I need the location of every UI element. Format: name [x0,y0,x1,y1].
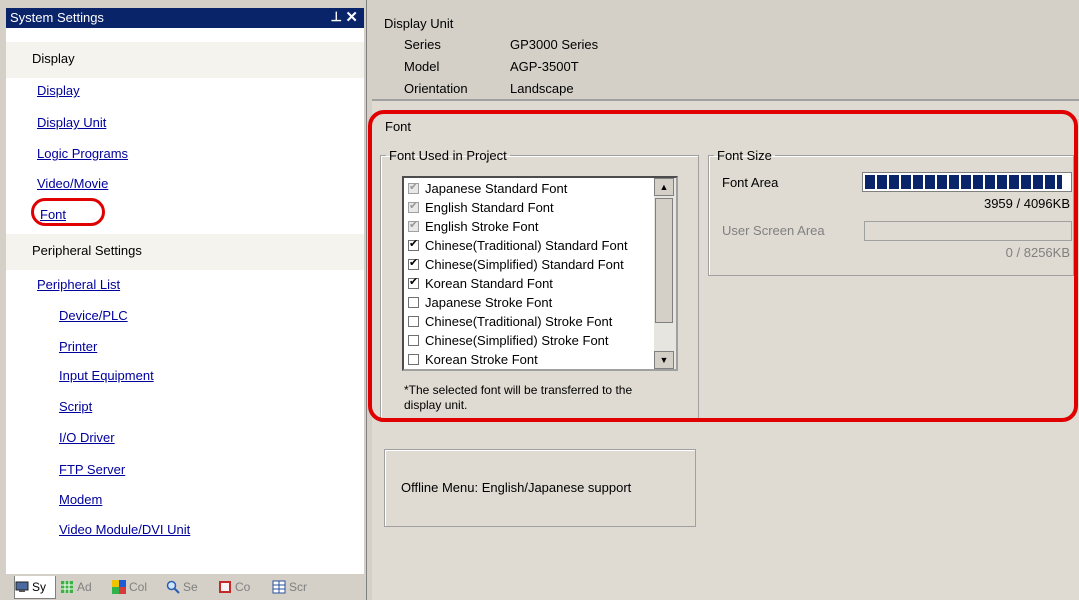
tab-label: Co [235,580,251,594]
link-video-module[interactable]: Video Module/DVI Unit [59,522,190,537]
pin-icon[interactable]: ⊥ [331,9,342,25]
link-device-plc[interactable]: Device/PLC [59,308,128,323]
series-label: Series [404,37,441,52]
settings-list: Display Display Display Unit Logic Progr… [6,28,364,574]
link-display[interactable]: Display [37,83,80,98]
link-logic-programs[interactable]: Logic Programs [37,146,128,161]
tab-comment[interactable]: Co [218,576,268,598]
tab-address[interactable]: Ad [60,576,108,598]
model-label: Model [404,59,440,74]
link-ftp-server[interactable]: FTP Server [59,462,125,477]
tab-screen[interactable]: Scr [272,576,324,598]
book-icon [219,581,231,593]
orientation-label: Orientation [404,81,468,96]
tab-system[interactable]: Sy [14,576,56,599]
section-header-display[interactable]: Display [6,42,364,78]
tab-label: Sy [32,580,47,594]
system-icon [15,581,29,592]
close-icon[interactable]: ✕ [345,8,358,26]
tab-label: Ad [77,580,92,594]
link-display-unit[interactable]: Display Unit [37,115,106,130]
tab-label: Col [129,580,148,594]
link-printer[interactable]: Printer [59,339,97,354]
link-script[interactable]: Script [59,399,92,414]
offline-menu-box: Offline Menu: English/Japanese support [384,449,696,527]
system-settings-panel: System Settings ⊥ ✕ Display Display Disp… [0,0,366,600]
screen-list-icon [272,580,286,594]
display-unit-info: Display Unit Series GP3000 Series Model … [372,0,1079,101]
model-value: AGP-3500T [510,59,579,74]
section-header-peripheral[interactable]: Peripheral Settings [6,234,364,270]
link-video-movie[interactable]: Video/Movie [37,176,108,191]
bottom-tab-strip: Sy Ad Col Se Co Scr [6,574,364,600]
tab-label: Scr [289,580,307,594]
link-io-driver[interactable]: I/O Driver [59,430,115,445]
search-icon [166,580,180,594]
tab-search[interactable]: Se [166,576,214,598]
section-heading: Display [32,51,75,66]
section-heading: Peripheral Settings [32,243,142,258]
font-highlight-circle [31,198,105,226]
link-peripheral-list[interactable]: Peripheral List [37,277,120,292]
display-unit-title: Display Unit [384,16,454,31]
link-modem[interactable]: Modem [59,492,102,507]
link-input-equipment[interactable]: Input Equipment [59,368,154,383]
grid-icon [61,581,73,593]
tab-label: Se [183,580,198,594]
tab-color[interactable]: Col [112,576,162,598]
panel-title-bar[interactable]: System Settings ⊥ ✕ [6,8,364,28]
offline-menu-text: Offline Menu: English/Japanese support [401,480,632,495]
series-value: GP3000 Series [510,37,599,52]
orientation-value: Landscape [510,81,574,96]
color-palette-icon [112,580,126,594]
font-highlight-box [368,110,1078,422]
panel-title: System Settings [10,10,104,25]
